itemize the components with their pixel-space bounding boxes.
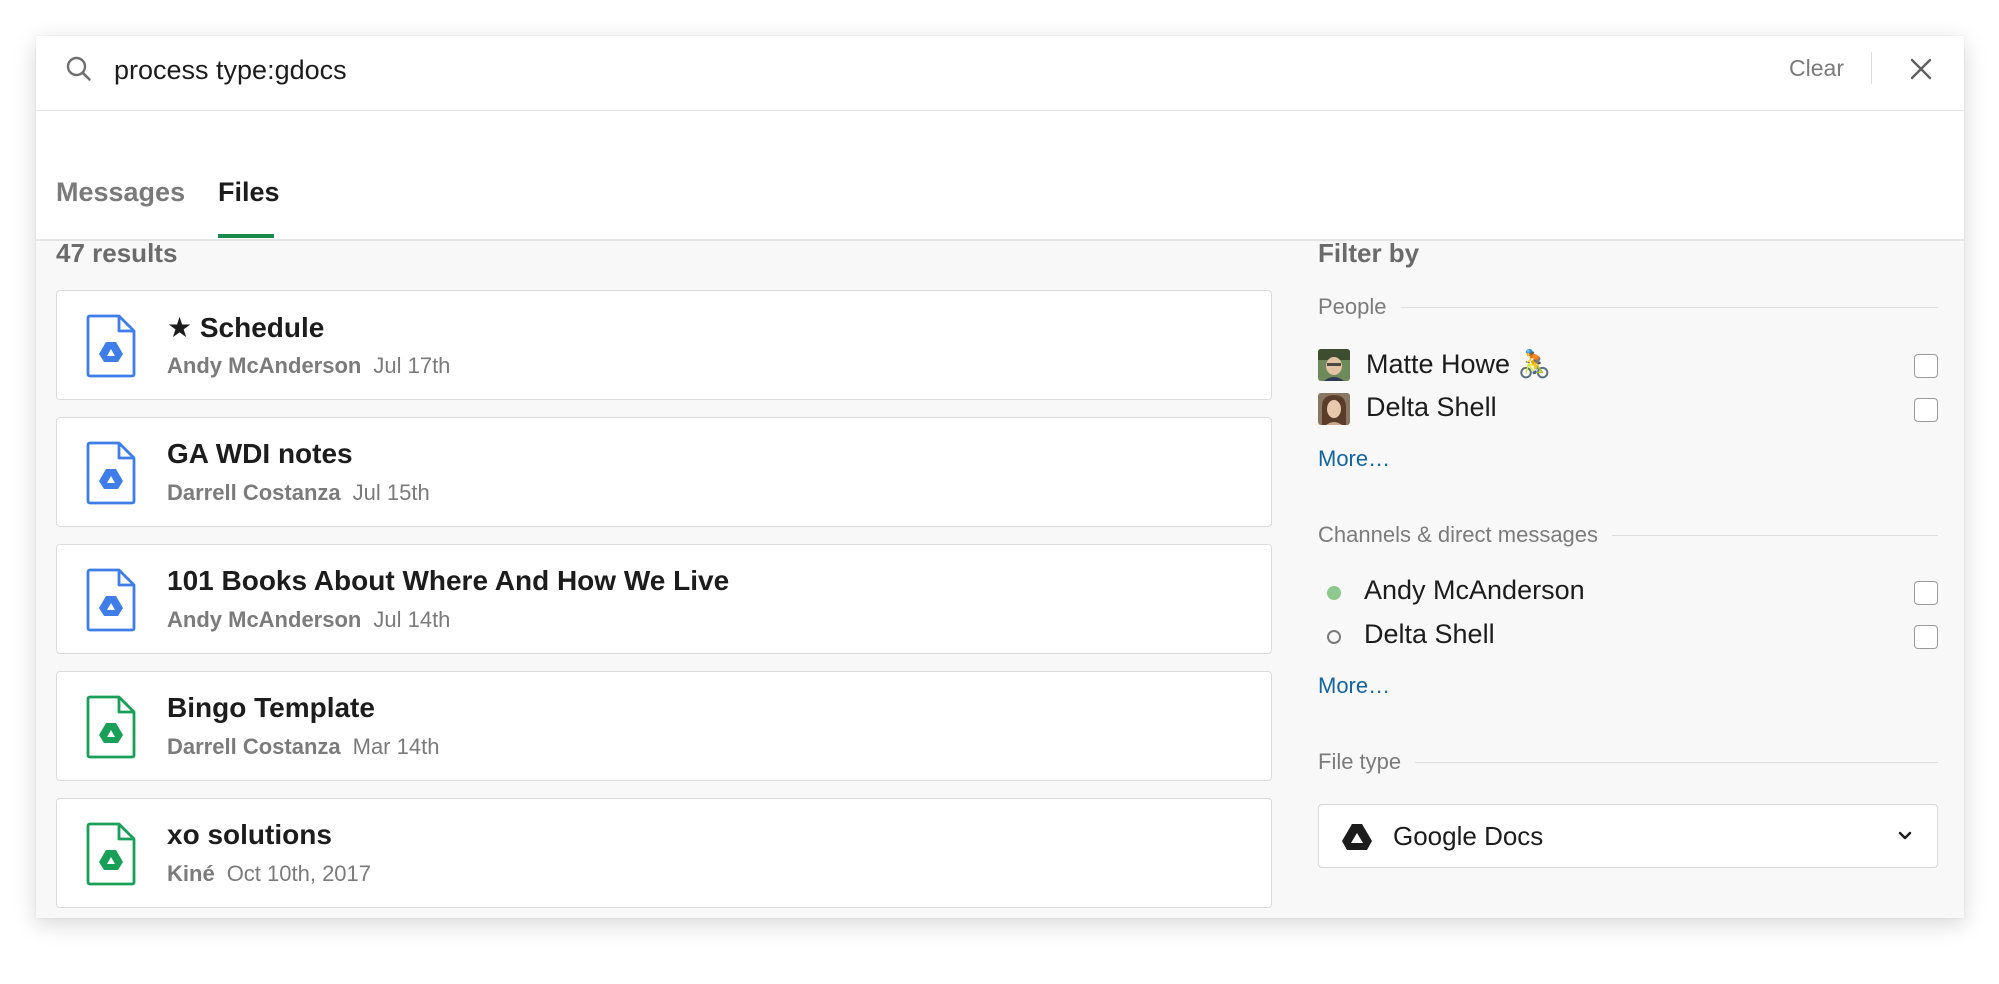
google-drive-file-icon [86,314,136,378]
filter-title: Filter by [1318,238,1420,268]
file-title: xo solutions [167,819,332,850]
channel-name: Andy McAnderson [1364,575,1585,605]
file-result-card[interactable]: GA WDI notes Darrell Costanza Jul 15th [56,417,1272,527]
section-divider [1318,307,1938,308]
tab-files[interactable]: Files [218,177,280,208]
tab-messages[interactable]: Messages [56,177,185,208]
search-icon [66,56,91,81]
channel-filter-row[interactable]: Andy McAnderson [1318,573,1938,613]
file-result-card[interactable]: 101 Books About Where And How We Live An… [56,544,1272,654]
file-title: 101 Books About Where And How We Live [167,565,730,596]
person-name: Matte Howe 🚴 [1366,349,1552,379]
channels-section-header: Channels & direct messages [1318,522,1938,548]
file-author: Darrell Costanza [167,480,341,505]
presence-away-icon [1327,630,1341,644]
file-date: Mar 14th [352,734,440,759]
active-tab-indicator [218,234,274,238]
section-label: People [1318,294,1401,320]
search-modal: Clear Messages Files 47 results ★ Schedu… [36,36,1964,918]
file-date: Jul 17th [373,353,451,378]
file-title: ★ Schedule [167,312,325,343]
avatar [1318,349,1350,381]
clear-button[interactable]: Clear [1789,55,1844,82]
google-drive-file-icon [86,441,136,505]
channels-more-link[interactable]: More… [1318,673,1390,699]
search-input[interactable] [114,46,1414,94]
channel-filter-row[interactable]: Delta Shell [1318,617,1938,657]
file-type-select[interactable]: Google Docs [1318,804,1938,868]
people-more-link[interactable]: More… [1318,446,1390,472]
google-drive-file-icon [86,568,136,632]
file-author: Andy McAnderson [167,607,362,632]
chevron-down-icon [1898,831,1912,840]
close-icon[interactable] [1904,52,1938,86]
google-drive-icon [1342,824,1372,850]
channel-name: Delta Shell [1364,619,1495,649]
person-name: Delta Shell [1366,392,1497,422]
tab-bar: Messages Files [36,111,1964,241]
file-author: Darrell Costanza [167,734,341,759]
presence-active-icon [1327,586,1341,600]
file-result-card[interactable]: xo solutions Kiné Oct 10th, 2017 [56,798,1272,908]
file-result-card[interactable]: ★ Schedule Andy McAnderson Jul 17th [56,290,1272,400]
google-drive-file-icon [86,822,136,886]
section-label: Channels & direct messages [1318,522,1613,548]
file-meta: Darrell Costanza Jul 15th [167,480,430,506]
people-filter-row[interactable]: Delta Shell [1318,390,1938,430]
file-type-section-header: File type [1318,749,1938,775]
file-result-card[interactable]: Bingo Template Darrell Costanza Mar 14th [56,671,1272,781]
section-label: File type [1318,749,1416,775]
channel-checkbox[interactable] [1914,581,1938,605]
file-meta: Darrell Costanza Mar 14th [167,734,439,760]
file-title: GA WDI notes [167,438,353,469]
person-checkbox[interactable] [1914,354,1938,378]
search-bar: Clear [36,36,1964,111]
people-filter-row[interactable]: Matte Howe 🚴 [1318,346,1938,386]
file-meta: Kiné Oct 10th, 2017 [167,861,371,887]
file-date: Jul 15th [352,480,430,505]
file-meta: Andy McAnderson Jul 17th [167,353,450,379]
file-author: Kiné [167,861,215,886]
file-date: Oct 10th, 2017 [226,861,372,886]
file-title: Bingo Template [167,692,375,723]
file-author: Andy McAnderson [167,353,362,378]
google-drive-file-icon [86,695,136,759]
file-meta: Andy McAnderson Jul 14th [167,607,450,633]
channel-checkbox[interactable] [1914,625,1938,649]
avatar [1318,393,1350,425]
people-section-header: People [1318,294,1938,320]
divider [1871,52,1872,84]
file-date: Jul 14th [373,607,451,632]
result-count: 47 results [56,238,178,268]
person-checkbox[interactable] [1914,398,1938,422]
file-type-value: Google Docs [1393,821,1544,851]
